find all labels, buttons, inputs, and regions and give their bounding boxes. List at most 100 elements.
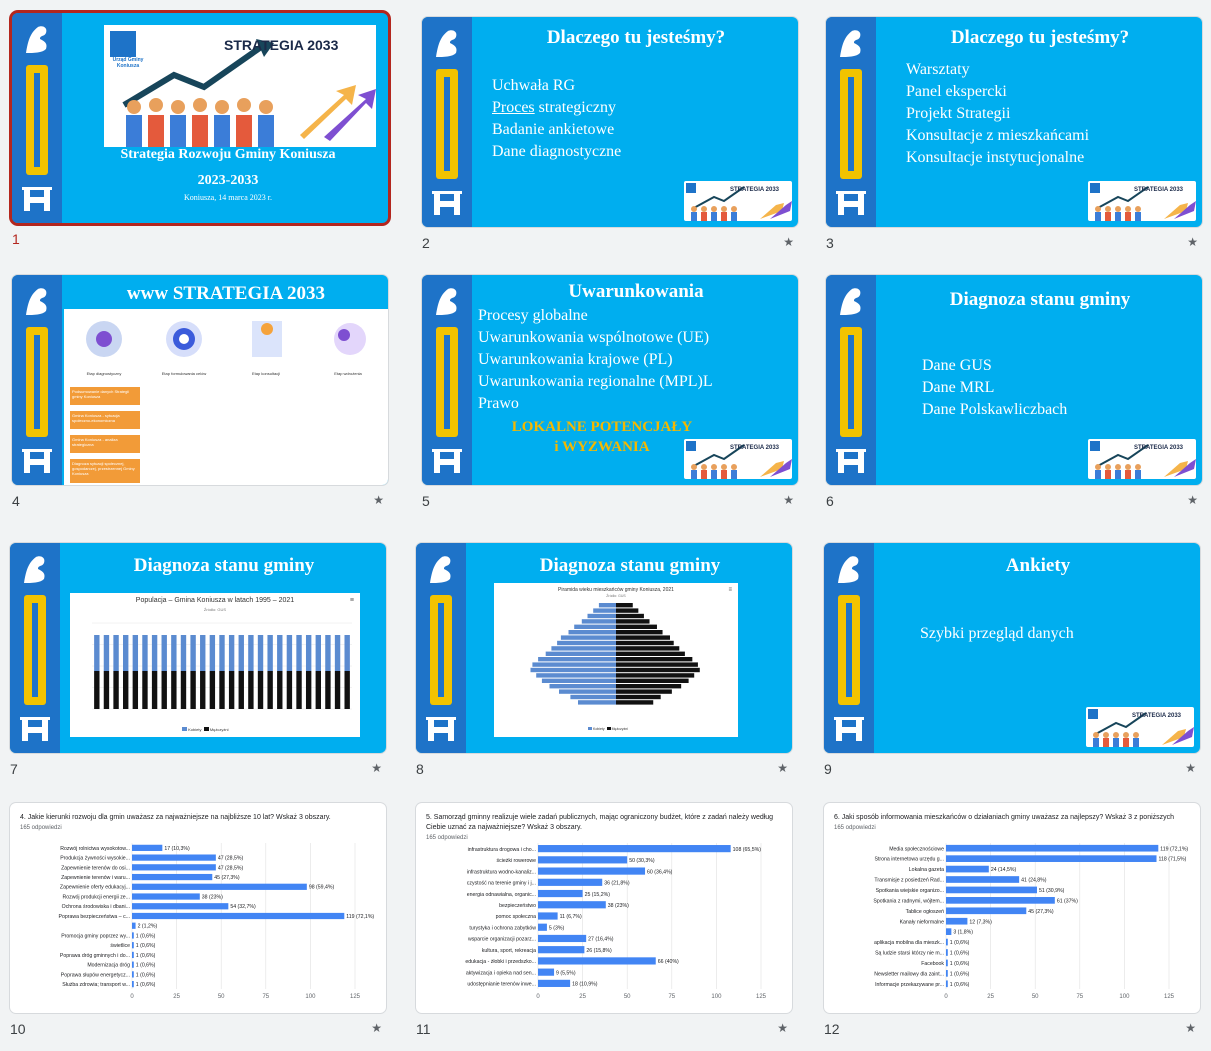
bar [132, 883, 307, 890]
logo-icon [836, 191, 866, 215]
mini-banner: STRATEGIA 2033 [1088, 181, 1196, 221]
slide-thumbnail[interactable]: www STRATEGIA 2033 Etap diagnostyczny Et… [12, 275, 388, 485]
slide-thumbnail[interactable]: Diagnoza stanu gminy Populacja – Gmina K… [10, 543, 386, 753]
category-label: aktywizacja i opieka nad sen... [466, 970, 536, 976]
slide-body: Szybki przegląd danych [920, 623, 1074, 645]
step-label: Etap formułowania celów [161, 371, 207, 376]
link-button[interactable]: Gmina Koniusza - sytuacja społeczno-ekon… [70, 411, 140, 429]
slide-number: 11 [416, 1021, 431, 1037]
bar-women [248, 635, 254, 671]
bar-women [123, 635, 129, 671]
pillar-icon [430, 595, 452, 705]
bar [538, 934, 587, 943]
slide-9[interactable]: Ankiety Szybki przegląd danych STRATEGIA… [824, 543, 1200, 791]
slide-1[interactable]: Urząd Gminy Koniusza STRATEGIA 2033 Stra… [12, 13, 388, 261]
slide-4[interactable]: www STRATEGIA 2033 Etap diagnostyczny Et… [12, 275, 388, 523]
star-icon[interactable]: ★ [777, 1021, 788, 1035]
slide-title: Dlaczego tu jesteśmy? [546, 27, 726, 48]
bar-men [228, 671, 235, 709]
category-label: Są ludzie starsi którzy nie m... [875, 951, 944, 957]
category-label: Strona internetowa urzędu g... [875, 857, 945, 863]
link-button[interactable]: Podsumowanie danych Strategii gminy Koni… [70, 387, 140, 405]
data-label: 11 (6,7%) [560, 914, 582, 920]
star-icon[interactable]: ★ [1185, 1021, 1196, 1035]
slide-thumbnail[interactable]: Urząd Gminy Koniusza STRATEGIA 2033 Stra… [12, 13, 388, 223]
slide-thumbnail[interactable]: Dlaczego tu jesteśmy? Uchwała RG Proces … [422, 17, 798, 227]
slide-6[interactable]: Diagnoza stanu gminy Dane GUS Dane MRL D… [826, 275, 1202, 523]
bar-men [616, 673, 695, 678]
mini-banner-title: STRATEGIA 2033 [730, 445, 780, 451]
category-label: turystyka i ochrona zabytków [469, 925, 536, 931]
star-icon[interactable]: ★ [783, 235, 794, 249]
bar [132, 961, 134, 968]
bar-women [598, 603, 616, 608]
star-icon[interactable]: ★ [1187, 235, 1198, 249]
bar-men [305, 671, 312, 709]
link-button[interactable]: Diagnoza sytuacji społecznej, gospodarcz… [70, 459, 140, 483]
bar-men [296, 671, 302, 709]
data-label: 3 (1,8%) [953, 930, 973, 936]
bar-women [559, 689, 616, 694]
x-tick-label: 50 [218, 994, 225, 1000]
x-tick-label: 50 [1032, 994, 1039, 1000]
slide-thumbnail[interactable]: 4. Jakie kierunki rozwoju dla gmin uważa… [10, 803, 386, 1013]
bar-men [219, 671, 225, 709]
star-icon[interactable]: ★ [371, 1021, 382, 1035]
slide-8[interactable]: Diagnoza stanu gminy Piramida wieku mies… [416, 543, 792, 791]
category-label: Zapewnienie terenów i waru... [61, 875, 130, 881]
slide-thumbnail[interactable]: 5. Samorząd gminny realizuje wiele zadań… [416, 803, 792, 1013]
mini-banner: STRATEGIA 2033 [1088, 439, 1196, 479]
slide-thumbnail[interactable]: 6. Jaki sposób informowania mieszkańców … [824, 803, 1200, 1013]
data-label: 26 (15,8%) [586, 948, 612, 954]
link-button[interactable]: Gmina Koniusza - analiza strategiczna [70, 435, 140, 453]
star-icon[interactable]: ★ [783, 493, 794, 507]
data-label: 24 (14,5%) [991, 867, 1017, 873]
category-label: Służba zdrowia; transport w... [62, 982, 130, 988]
star-icon[interactable]: ★ [1187, 493, 1198, 507]
survey-question: 4. Jakie kierunki rozwoju dla gmin uważa… [20, 814, 331, 831]
star-icon[interactable]: ★ [373, 493, 384, 507]
star-icon[interactable]: ★ [777, 761, 788, 775]
slide-12[interactable]: 6. Jaki sposób informowania mieszkańców … [824, 803, 1200, 1051]
slide-10[interactable]: 4. Jakie kierunki rozwoju dla gmin uważa… [10, 803, 386, 1051]
bar-men [616, 694, 661, 700]
bar-women [228, 635, 235, 671]
slide-thumbnail[interactable]: Diagnoza stanu gminy Dane GUS Dane MRL D… [826, 275, 1202, 485]
star-icon[interactable]: ★ [1185, 761, 1196, 775]
bar-men [113, 671, 119, 709]
crest-icon [436, 30, 457, 57]
star-icon[interactable]: ★ [371, 761, 382, 775]
slide-thumbnail[interactable]: Uwarunkowania Procesy globalne Uwarunkow… [422, 275, 798, 485]
bar-women [551, 646, 616, 651]
bar-men [616, 646, 680, 651]
body-line: Konsultacje instytucjonalne [906, 149, 1085, 166]
data-label: 1 (0,6%) [136, 933, 156, 939]
bar [132, 971, 134, 978]
step-label: Etap wdrożenia [334, 371, 362, 376]
bar-women [545, 651, 616, 656]
slide-11[interactable]: 5. Samorząd gminny realizuje wiele zadań… [416, 803, 792, 1051]
slide-7[interactable]: Diagnoza stanu gminy Populacja – Gmina K… [10, 543, 386, 791]
data-label: 5 (3%) [549, 925, 565, 931]
bar-women [286, 635, 293, 671]
data-label: 38 (23%) [202, 894, 223, 900]
slide-5[interactable]: Uwarunkowania Procesy globalne Uwarunkow… [422, 275, 798, 523]
pyramid-chart [530, 603, 700, 705]
slide-thumbnail[interactable]: Ankiety Szybki przegląd danych STRATEGIA… [824, 543, 1200, 753]
category-label: czystość na terenie gminy i j... [467, 881, 536, 887]
slide-thumbnail[interactable]: Diagnoza stanu gminy Piramida wieku mies… [416, 543, 792, 753]
slide-number: 9 [824, 761, 832, 777]
bar [946, 959, 948, 967]
data-label: 41 (24,8%) [1021, 878, 1047, 884]
slide-2[interactable]: Dlaczego tu jesteśmy? Uchwała RG Proces … [422, 17, 798, 265]
bar-men [190, 671, 196, 709]
slide-number: 4 [12, 493, 20, 509]
slide-thumbnail[interactable]: Dlaczego tu jesteśmy? Warsztaty Panel ek… [826, 17, 1202, 227]
slide-3[interactable]: Dlaczego tu jesteśmy? Warsztaty Panel ek… [826, 17, 1202, 265]
bar-men [132, 671, 139, 709]
slide-number: 6 [826, 493, 834, 509]
data-label: 50 (30,3%) [629, 858, 655, 864]
logo-icon [834, 717, 864, 741]
step-label: Etap konsultacji [251, 371, 280, 376]
pillar-icon [838, 595, 860, 705]
